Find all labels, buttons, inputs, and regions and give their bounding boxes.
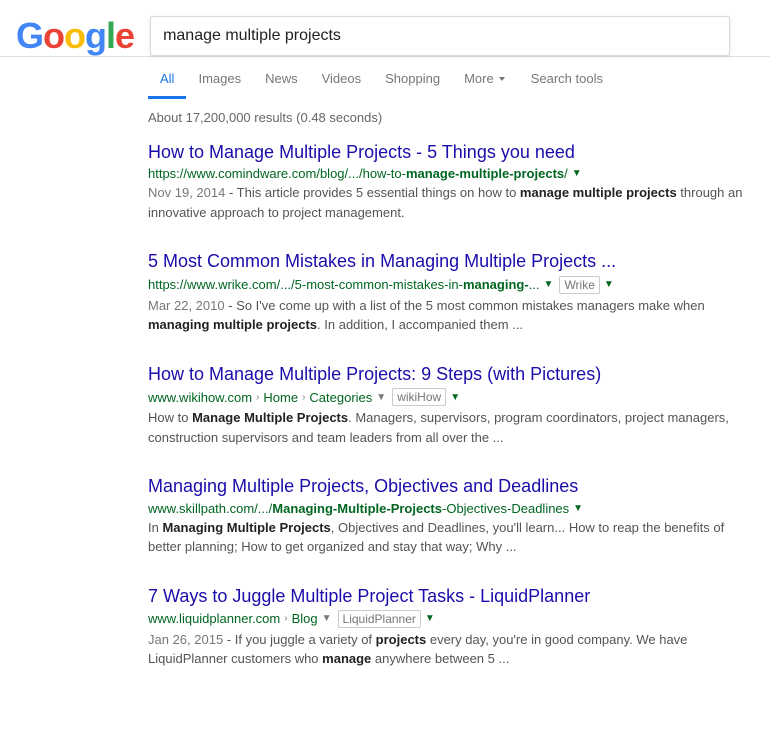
breadcrumb-sep: › — [284, 613, 287, 624]
result-url: https://www.comindware.com/blog/.../how-… — [148, 166, 568, 181]
tab-search-tools[interactable]: Search tools — [519, 61, 615, 99]
breadcrumb-sep2: › — [302, 392, 305, 403]
results-count: About 17,200,000 results (0.48 seconds) — [148, 110, 754, 125]
tab-more[interactable]: More — [452, 61, 519, 99]
result-date: Nov 19, 2014 — [148, 185, 225, 200]
result-badge-arrow: ▼ — [604, 279, 614, 290]
logo-o1: o — [43, 15, 64, 56]
result-date: Mar 22, 2010 — [148, 298, 225, 313]
nav-tabs: All Images News Videos Shopping More Sea… — [0, 61, 770, 98]
result-title[interactable]: 5 Most Common Mistakes in Managing Multi… — [148, 251, 616, 271]
tab-videos[interactable]: Videos — [310, 61, 374, 99]
result-badge[interactable]: wikiHow — [392, 388, 446, 406]
search-input[interactable] — [150, 16, 730, 56]
breadcrumb-sep: › — [256, 392, 259, 403]
result-title[interactable]: How to Manage Multiple Projects - 5 Thin… — [148, 142, 575, 162]
result-date: Jan 26, 2015 — [148, 632, 223, 647]
logo-e: e — [115, 15, 134, 56]
main-content: About 17,200,000 results (0.48 seconds) … — [0, 98, 770, 713]
logo-text: Google — [16, 15, 134, 56]
result-snippet: Nov 19, 2014 - This article provides 5 e… — [148, 183, 748, 222]
result-badge[interactable]: LiquidPlanner — [338, 610, 421, 628]
logo-g2: g — [85, 15, 106, 56]
breadcrumb-arrow: ▼ — [376, 392, 386, 403]
more-label: More — [464, 71, 494, 86]
result-url-line: https://www.wrike.com/.../5-most-common-… — [148, 276, 748, 294]
breadcrumb-blog: Blog — [292, 611, 318, 626]
search-result: How to Manage Multiple Projects: 9 Steps… — [148, 363, 748, 447]
result-title[interactable]: Managing Multiple Projects, Objectives a… — [148, 476, 578, 496]
result-snippet: How to Manage Multiple Projects. Manager… — [148, 408, 748, 447]
logo-l: l — [106, 15, 115, 56]
chevron-down-icon — [497, 74, 507, 84]
tab-shopping[interactable]: Shopping — [373, 61, 452, 99]
search-box-wrapper — [150, 16, 730, 56]
breadcrumb-categories: Categories — [309, 390, 372, 405]
tab-images[interactable]: Images — [186, 61, 253, 99]
breadcrumb-domain: www.liquidplanner.com — [148, 611, 280, 626]
result-title[interactable]: 7 Ways to Juggle Multiple Project Tasks … — [148, 586, 590, 606]
result-snippet: Mar 22, 2010 - So I've come up with a li… — [148, 296, 748, 335]
header: Google — [0, 0, 770, 57]
search-result: Managing Multiple Projects, Objectives a… — [148, 475, 748, 556]
tab-all[interactable]: All — [148, 61, 186, 99]
breadcrumb-domain: www.wikihow.com — [148, 390, 252, 405]
result-badge[interactable]: Wrike — [559, 276, 599, 294]
tab-news[interactable]: News — [253, 61, 310, 99]
logo-g: G — [16, 15, 43, 56]
result-badge-arrow: ▼ — [450, 392, 460, 403]
search-result: 7 Ways to Juggle Multiple Project Tasks … — [148, 585, 748, 669]
result-url: www.skillpath.com/.../Managing-Multiple-… — [148, 501, 569, 516]
breadcrumb-row: www.liquidplanner.com › Blog ▼ LiquidPla… — [148, 610, 748, 628]
result-url-arrow: ▼ — [544, 279, 554, 290]
result-url-line: https://www.comindware.com/blog/.../how-… — [148, 166, 748, 181]
result-url-line: www.skillpath.com/.../Managing-Multiple-… — [148, 501, 748, 516]
search-result: 5 Most Common Mistakes in Managing Multi… — [148, 250, 748, 334]
breadcrumb-arrow: ▼ — [322, 613, 332, 624]
logo-o2: o — [64, 15, 85, 56]
result-url: https://www.wrike.com/.../5-most-common-… — [148, 277, 540, 292]
breadcrumb-home: Home — [263, 390, 298, 405]
result-url-arrow: ▼ — [573, 503, 583, 514]
result-title[interactable]: How to Manage Multiple Projects: 9 Steps… — [148, 364, 601, 384]
result-snippet: In Managing Multiple Projects, Objective… — [148, 518, 748, 557]
breadcrumb-row: www.wikihow.com › Home › Categories ▼ wi… — [148, 388, 748, 406]
google-logo[interactable]: Google — [16, 18, 134, 54]
search-result: How to Manage Multiple Projects - 5 Thin… — [148, 141, 748, 222]
result-url-arrow: ▼ — [572, 168, 582, 179]
result-snippet: Jan 26, 2015 - If you juggle a variety o… — [148, 630, 748, 669]
result-badge-arrow: ▼ — [425, 613, 435, 624]
